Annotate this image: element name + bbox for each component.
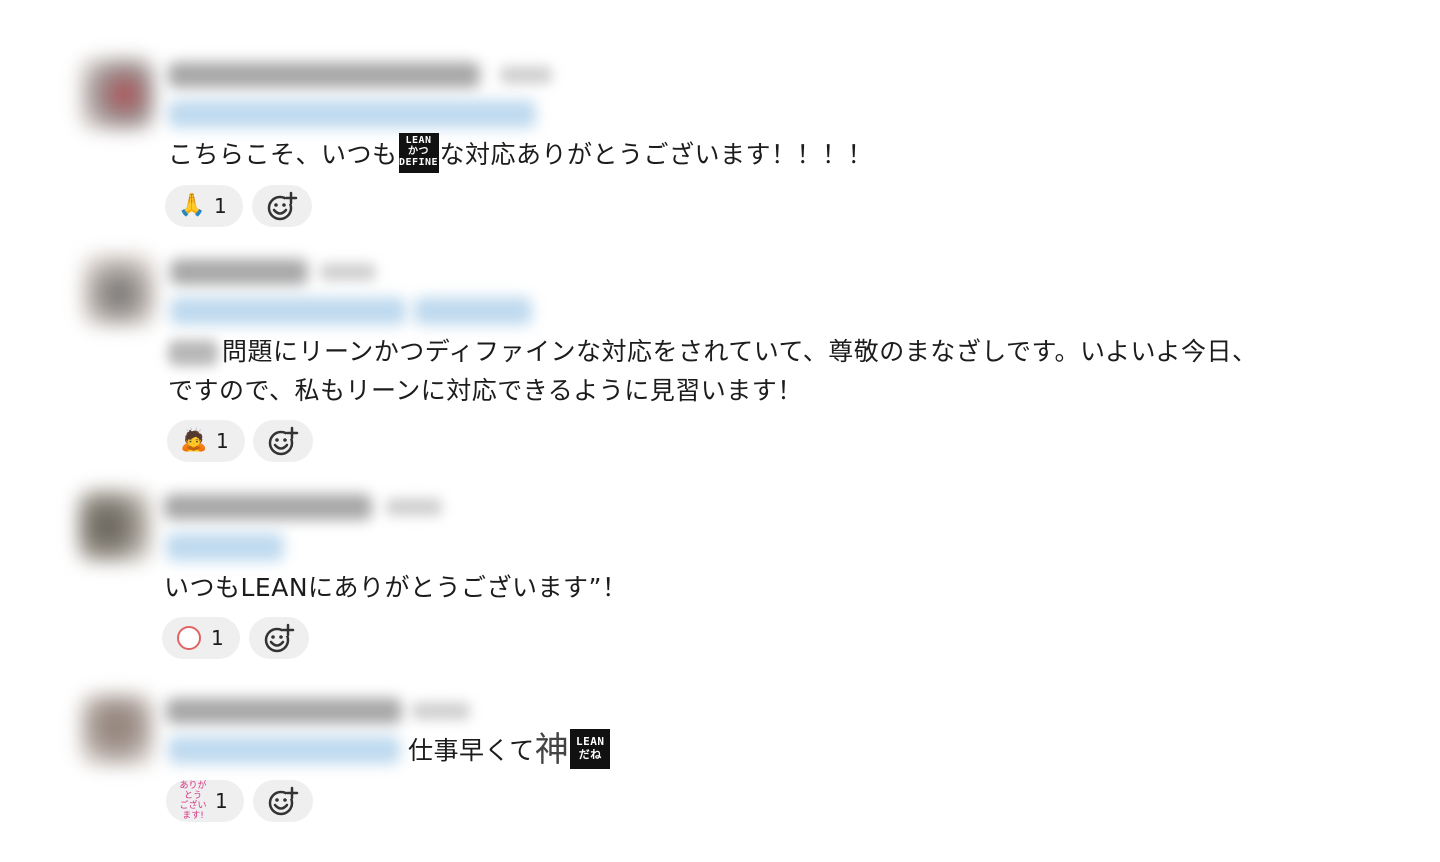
reaction-circle[interactable]: 1 — [162, 617, 240, 659]
add-reaction-button[interactable] — [249, 617, 309, 659]
timestamp[interactable] — [412, 702, 470, 720]
lean-katsu-define-emoji: LEAN かつ DEFINE — [398, 133, 439, 173]
reaction-count: 1 — [216, 429, 229, 453]
mention[interactable] — [170, 297, 406, 325]
mention[interactable] — [414, 297, 532, 325]
add-reaction-button[interactable] — [253, 780, 313, 822]
reaction-pray[interactable]: 🙏 1 — [165, 185, 243, 227]
arigato-emoji-icon: ありがとう ございます! — [179, 781, 207, 821]
lean-dane-emoji: LEAN だね — [570, 729, 611, 769]
message-text-part: な対応ありがとうございます！！！！ — [439, 140, 874, 169]
reaction-bow[interactable]: 🙇 1 — [167, 420, 245, 462]
add-emoji-icon — [268, 786, 299, 816]
reaction-count: 1 — [214, 194, 227, 218]
timestamp[interactable] — [500, 66, 552, 84]
avatar[interactable] — [80, 694, 154, 766]
add-emoji-icon — [267, 191, 298, 221]
message-text-part: こちらこそ、いつも — [168, 140, 398, 169]
message-text: 仕事早くて神 LEAN だね — [408, 729, 611, 770]
reaction-arigato[interactable]: ありがとう ございます! 1 — [166, 780, 244, 822]
sender-name[interactable] — [170, 259, 308, 285]
timestamp[interactable] — [320, 263, 376, 281]
reaction-count: 1 — [215, 789, 228, 813]
bowing-person-emoji-icon: 🙇 — [180, 428, 208, 453]
mention[interactable] — [166, 533, 284, 561]
message-text: いつもLEANにありがとうございます”！ — [164, 573, 628, 602]
sender-name[interactable] — [166, 698, 402, 724]
sender-name[interactable] — [164, 494, 372, 520]
reaction-count: 1 — [211, 626, 224, 650]
sender-name[interactable] — [168, 62, 480, 88]
avatar[interactable] — [78, 490, 152, 562]
message-text: ですので、私もリーンに対応できるように見習います！ — [168, 376, 803, 405]
kami-emoji: 神 — [534, 730, 570, 770]
add-reaction-button[interactable] — [252, 185, 312, 227]
add-emoji-icon — [268, 426, 299, 456]
timestamp[interactable] — [386, 498, 442, 516]
message-feed: こちらこそ、いつも LEAN かつ DEFINEな対応ありがとうございます！！！！ 🙏… — [0, 0, 1440, 862]
message-text: 問題にリーンかつディファインな対応をされていて、尊敬のまなざしです。いよいよ今日… — [222, 337, 1258, 366]
message-text-part: 仕事早くて — [408, 736, 535, 765]
add-emoji-icon — [264, 623, 295, 653]
message-text: こちらこそ、いつも LEAN かつ DEFINEな対応ありがとうございます！！！！ — [168, 133, 874, 174]
add-reaction-button[interactable] — [253, 420, 313, 462]
redacted-text — [168, 340, 218, 366]
avatar[interactable] — [82, 254, 156, 326]
avatar[interactable] — [80, 58, 154, 130]
mention[interactable] — [168, 736, 400, 764]
heavy-circle-emoji-icon — [174, 623, 204, 653]
pray-emoji-icon: 🙏 — [178, 193, 206, 218]
mention[interactable] — [168, 100, 536, 128]
